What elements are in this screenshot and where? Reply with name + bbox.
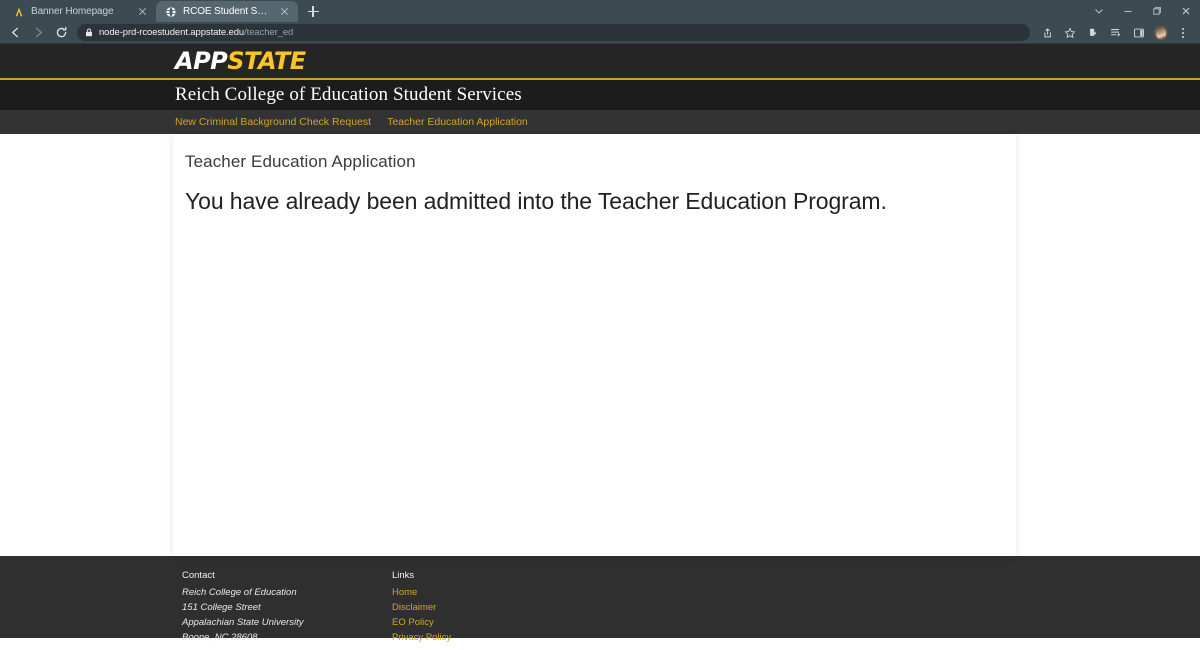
window-controls [1084,0,1200,22]
appstate-a-icon [15,7,23,16]
address-bar[interactable]: node-prd-rcoestudent.appstate.edu/teache… [77,24,1030,41]
footer-contact-line: Boone, NC 28608 [182,632,258,643]
profile-avatar[interactable] [1154,25,1168,40]
extensions-puzzle-icon[interactable] [1082,23,1104,42]
new-tab-button[interactable] [302,1,324,22]
minimize-icon[interactable] [1113,0,1142,22]
lock-icon [86,28,92,37]
nav-link-teacher-education-application[interactable]: Teacher Education Application [387,116,528,128]
tab-title: RCOE Student Services [183,6,272,17]
footer-link-privacy-policy[interactable]: Privacy Policy [392,630,592,645]
site-logo-band: APPSTATE [0,44,1200,80]
maximize-icon[interactable] [1142,0,1171,22]
forward-arrow-icon [27,23,49,42]
page-title: Teacher Education Application [185,152,416,171]
footer-links-heading: Links [392,570,415,581]
url-domain: node-prd-rcoestudent.appstate.edu [99,27,245,38]
tab-title: Banner Homepage [31,6,114,17]
tab-rcoe-student-services[interactable]: RCOE Student Services [156,1,298,22]
tab-banner-homepage[interactable]: Banner Homepage [4,1,156,22]
footer-links-column: Links Home Disclaimer EO Policy Privacy … [392,568,592,643]
site-nav: New Criminal Background Check Request Te… [0,110,1200,134]
footer-link-disclaimer[interactable]: Disclaimer [392,600,592,615]
appstate-logo[interactable]: APPSTATE [175,49,306,73]
chevron-down-icon[interactable] [1084,0,1113,22]
close-icon[interactable] [278,5,291,18]
close-icon[interactable] [136,5,149,18]
share-icon[interactable] [1036,23,1058,42]
footer-contact-line: Reich College of Education [182,587,297,598]
content-area: Teacher Education Application You have a… [0,134,1200,556]
reading-list-icon[interactable] [1105,23,1127,42]
footer-link-eo-policy[interactable]: EO Policy [392,615,592,630]
url-text: node-prd-rcoestudent.appstate.edu/teache… [99,27,293,38]
globe-icon [166,6,176,17]
footer-contact-heading: Contact [182,570,215,581]
side-panel-icon[interactable] [1128,23,1150,42]
browser-toolbar: node-prd-rcoestudent.appstate.edu/teache… [0,22,1200,44]
logo-app-text: APP [175,47,228,75]
site-banner-band: Reich College of Education Student Servi… [0,80,1200,110]
footer-contact-line: Appalachian State University [182,617,304,628]
nav-link-background-check[interactable]: New Criminal Background Check Request [175,116,371,128]
kebab-dots [1182,27,1184,38]
content-card: Teacher Education Application You have a… [173,134,1016,556]
bookmark-star-icon[interactable] [1059,23,1081,42]
footer-link-home[interactable]: Home [392,585,592,600]
reload-icon[interactable] [50,23,72,42]
url-path: /teacher_ed [244,27,294,38]
tab-strip: Banner Homepage RCOE Student Services [0,0,1200,22]
page-viewport: APPSTATE Reich College of Education Stud… [0,44,1200,650]
close-icon[interactable] [1171,0,1200,22]
browser-window: Banner Homepage RCOE Student Services [0,0,1200,650]
logo-state-text: STATE [227,47,306,75]
site-title: Reich College of Education Student Servi… [175,84,522,105]
site-footer: Contact Reich College of Education 151 C… [0,556,1200,643]
chrome-menu-icon[interactable] [1172,23,1194,42]
back-arrow-icon[interactable] [4,23,26,42]
footer-contact-line: 151 College Street [182,602,261,613]
footer-contact-column: Contact Reich College of Education 151 C… [182,568,392,643]
status-message: You have already been admitted into the … [185,188,887,214]
